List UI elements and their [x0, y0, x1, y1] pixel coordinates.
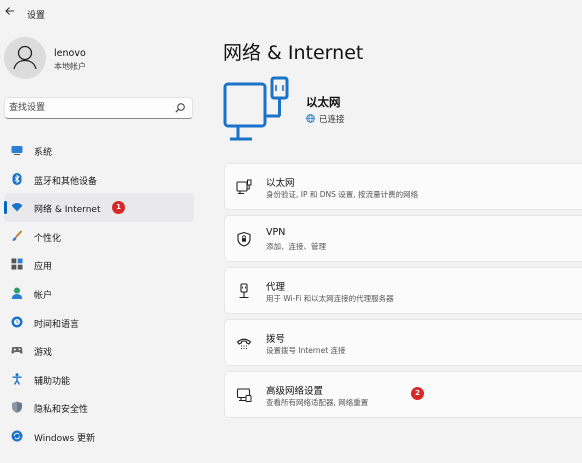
card-description: 用于 Wi-Fi 和以太网连接的代理服务器: [266, 294, 394, 303]
monitor-icon: [11, 146, 23, 155]
sidebar-item-label: 系统: [34, 148, 53, 158]
step-badge: 2: [411, 387, 424, 400]
globe-clock-icon: [11, 316, 23, 328]
avatar: [4, 37, 46, 79]
advanced-network-icon: [236, 388, 252, 402]
search-input[interactable]: [9, 100, 169, 116]
sidebar-item-privacy[interactable]: 隐私和安全性: [4, 393, 194, 422]
bluetooth-icon: [12, 172, 22, 185]
user-name: lenovo: [54, 48, 86, 59]
vpn-shield-icon: [237, 231, 251, 247]
shield-icon: [12, 401, 22, 414]
sidebar-item-apps[interactable]: 应用: [4, 250, 194, 279]
search-icon[interactable]: [174, 102, 186, 114]
title-bar: 设置: [0, 0, 582, 28]
gamepad-icon: [11, 347, 23, 354]
card-description: 添加、连接、管理: [266, 242, 326, 251]
sidebar-item-label: 时间和语言: [34, 319, 80, 330]
sidebar-nav: 系统 蓝牙和其他设备 网络 & Internet 1 个性化 应用 帐户 时间和…: [0, 136, 198, 451]
dialup-icon: [236, 338, 252, 350]
sidebar-item-label: 网络 & Internet: [34, 205, 101, 216]
card-title: 代理: [266, 282, 286, 293]
brush-icon: [12, 230, 23, 241]
page-title: 网络 & Internet: [223, 42, 364, 64]
card-description: 查看所有网络适配器, 网络重置: [266, 398, 369, 407]
sidebar-item-label: 帐户: [34, 290, 53, 301]
sidebar-item-label: 隐私和安全性: [34, 405, 89, 416]
person-avatar-icon: [13, 45, 37, 70]
connection-status: 以太网 已连接: [222, 76, 582, 146]
wifi-icon: [11, 203, 23, 212]
update-icon: [11, 430, 23, 442]
apps-icon: [11, 258, 23, 270]
ethernet-computer-icon: [223, 76, 289, 141]
search-box[interactable]: [4, 97, 193, 119]
sidebar-item-network[interactable]: 网络 & Internet 1: [4, 193, 194, 222]
card-description: 设置拨号 Internet 连接: [266, 346, 346, 355]
sidebar-item-label: 蓝牙和其他设备: [34, 176, 98, 187]
user-card[interactable]: lenovo 本地帐户: [4, 37, 194, 81]
card-advanced-network-settings[interactable]: 高级网络设置 查看所有网络适配器, 网络重置 2: [224, 371, 582, 418]
sidebar-item-time-language[interactable]: 时间和语言: [4, 308, 194, 337]
connection-state: 已连接: [306, 113, 345, 125]
sidebar-item-label: 辅助功能: [34, 376, 71, 387]
sidebar-item-label: 游戏: [34, 348, 53, 359]
accessibility-icon: [12, 373, 22, 385]
person-icon: [11, 287, 23, 299]
back-button[interactable]: [3, 5, 17, 19]
sidebar-item-gaming[interactable]: 游戏: [4, 336, 194, 365]
sidebar-item-bluetooth[interactable]: 蓝牙和其他设备: [4, 165, 194, 194]
sidebar-item-accessibility[interactable]: 辅助功能: [4, 365, 194, 394]
globe-icon: [306, 114, 315, 123]
card-title: 拨号: [266, 334, 286, 345]
user-account-type: 本地帐户: [54, 62, 86, 71]
app-title: 设置: [27, 11, 46, 21]
card-ethernet[interactable]: 以太网 身份验证, IP 和 DNS 设置, 按流量计费的网络: [224, 163, 582, 210]
back-arrow-icon: [5, 7, 14, 15]
sidebar-item-personalization[interactable]: 个性化: [4, 222, 194, 251]
sidebar-item-label: 应用: [34, 262, 53, 273]
connection-name: 以太网: [306, 95, 341, 109]
sidebar-item-system[interactable]: 系统: [4, 136, 194, 165]
connection-state-label: 已连接: [319, 115, 345, 125]
card-description: 身份验证, IP 和 DNS 设置, 按流量计费的网络: [266, 190, 419, 199]
sidebar-item-windows-update[interactable]: Windows 更新: [4, 422, 194, 451]
ethernet-icon: [236, 179, 252, 195]
card-title: 以太网: [266, 178, 295, 189]
step-badge: 1: [112, 201, 125, 215]
card-vpn[interactable]: VPN 添加、连接、管理: [224, 215, 582, 262]
proxy-icon: [239, 283, 249, 299]
card-dialup[interactable]: 拨号 设置拨号 Internet 连接: [224, 319, 582, 366]
card-title: VPN: [266, 227, 286, 238]
sidebar-item-label: 个性化: [34, 233, 62, 244]
card-proxy[interactable]: 代理 用于 Wi-Fi 和以太网连接的代理服务器: [224, 267, 582, 314]
sidebar-item-label: Windows 更新: [34, 433, 96, 444]
card-title: 高级网络设置: [266, 386, 324, 397]
sidebar-item-accounts[interactable]: 帐户: [4, 279, 194, 308]
